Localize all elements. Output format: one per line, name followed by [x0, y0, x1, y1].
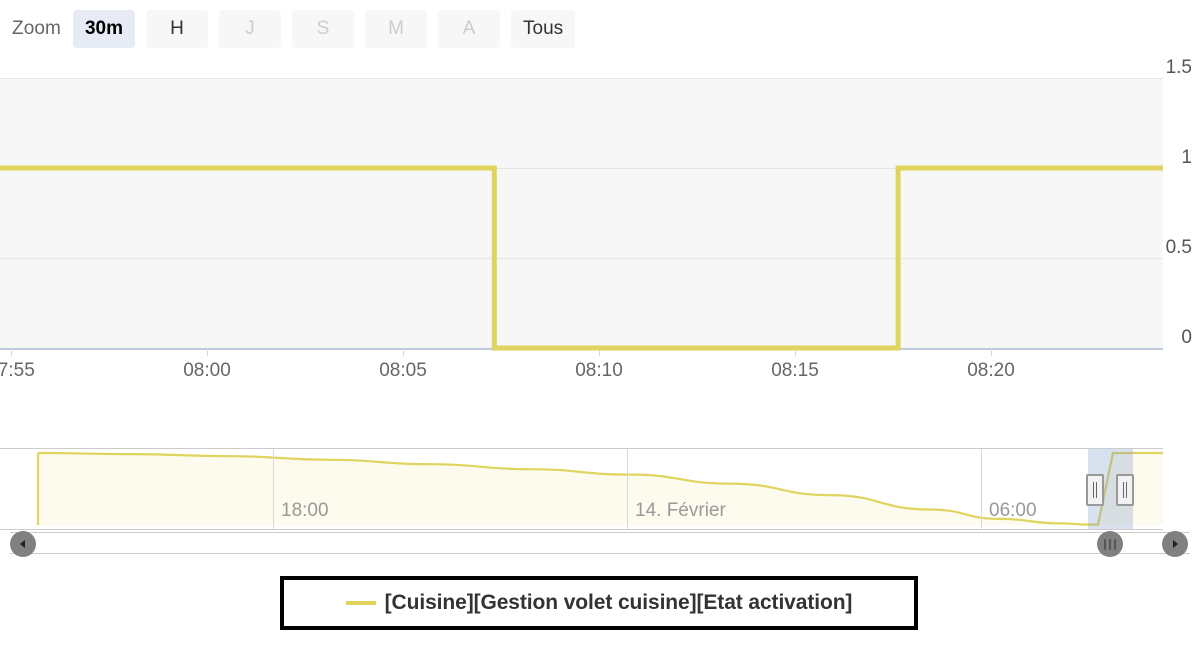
y-tick-label-05: 0.5	[1165, 237, 1192, 258]
scrollbar-thumb[interactable]	[1097, 531, 1123, 557]
navigator-label-1800: 18:00	[281, 500, 329, 521]
chevron-right-icon	[1173, 540, 1178, 548]
navigator-label-0600: 06:00	[989, 500, 1037, 521]
legend-series-label: [Cuisine][Gestion volet cuisine][Etat ac…	[384, 591, 853, 614]
navigator-scrollbar[interactable]	[0, 531, 1200, 557]
zoom-label: Zoom	[12, 18, 61, 39]
navigator-tickline-1800	[273, 449, 274, 529]
x-tick-label-3: 08:10	[575, 360, 623, 381]
navigator-tickline-fevrier	[627, 449, 628, 529]
range-button-30m[interactable]: 30m	[72, 10, 135, 48]
range-button-h[interactable]: H	[146, 10, 208, 48]
x-tick-label-4: 08:15	[771, 360, 819, 381]
navigator-tickline-0600	[981, 449, 982, 529]
series-line-etat-activation[interactable]	[0, 58, 1163, 351]
scroll-right-arrow-button[interactable]	[1162, 531, 1188, 557]
navigator-label-fevrier: 14. Février	[635, 500, 726, 521]
range-button-a: A	[438, 10, 500, 48]
x-tick-label-2: 08:05	[379, 360, 427, 381]
x-tick-label-1: 08:00	[183, 360, 231, 381]
range-button-m: M	[365, 10, 427, 48]
x-tick-label-0: 07:55	[0, 360, 35, 381]
scrollbar-track[interactable]	[10, 532, 1190, 554]
range-selector-toolbar: Zoom 30m H J S M A Tous	[0, 0, 1200, 58]
legend-line-symbol-icon	[345, 601, 376, 605]
y-tick-label-0: 0	[1181, 327, 1192, 348]
navigator[interactable]: 18:00 14. Février 06:00	[0, 448, 1163, 530]
scroll-left-arrow-button[interactable]	[10, 531, 36, 557]
range-button-s: S	[292, 10, 354, 48]
y-tick-label-1: 1	[1181, 147, 1192, 168]
legend[interactable]: [Cuisine][Gestion volet cuisine][Etat ac…	[280, 576, 918, 630]
x-tick-label-5: 08:20	[967, 360, 1015, 381]
navigator-handle-left[interactable]	[1086, 474, 1104, 506]
main-chart[interactable]: 1.5 1 0.5 0 07:55 08:00 08:05 08:10 08:1…	[0, 57, 1200, 398]
navigator-handle-right[interactable]	[1116, 474, 1134, 506]
range-button-tous[interactable]: Tous	[511, 10, 576, 48]
range-button-j: J	[219, 10, 281, 48]
chevron-left-icon	[20, 540, 25, 548]
y-tick-label-15: 1.5	[1165, 57, 1192, 78]
